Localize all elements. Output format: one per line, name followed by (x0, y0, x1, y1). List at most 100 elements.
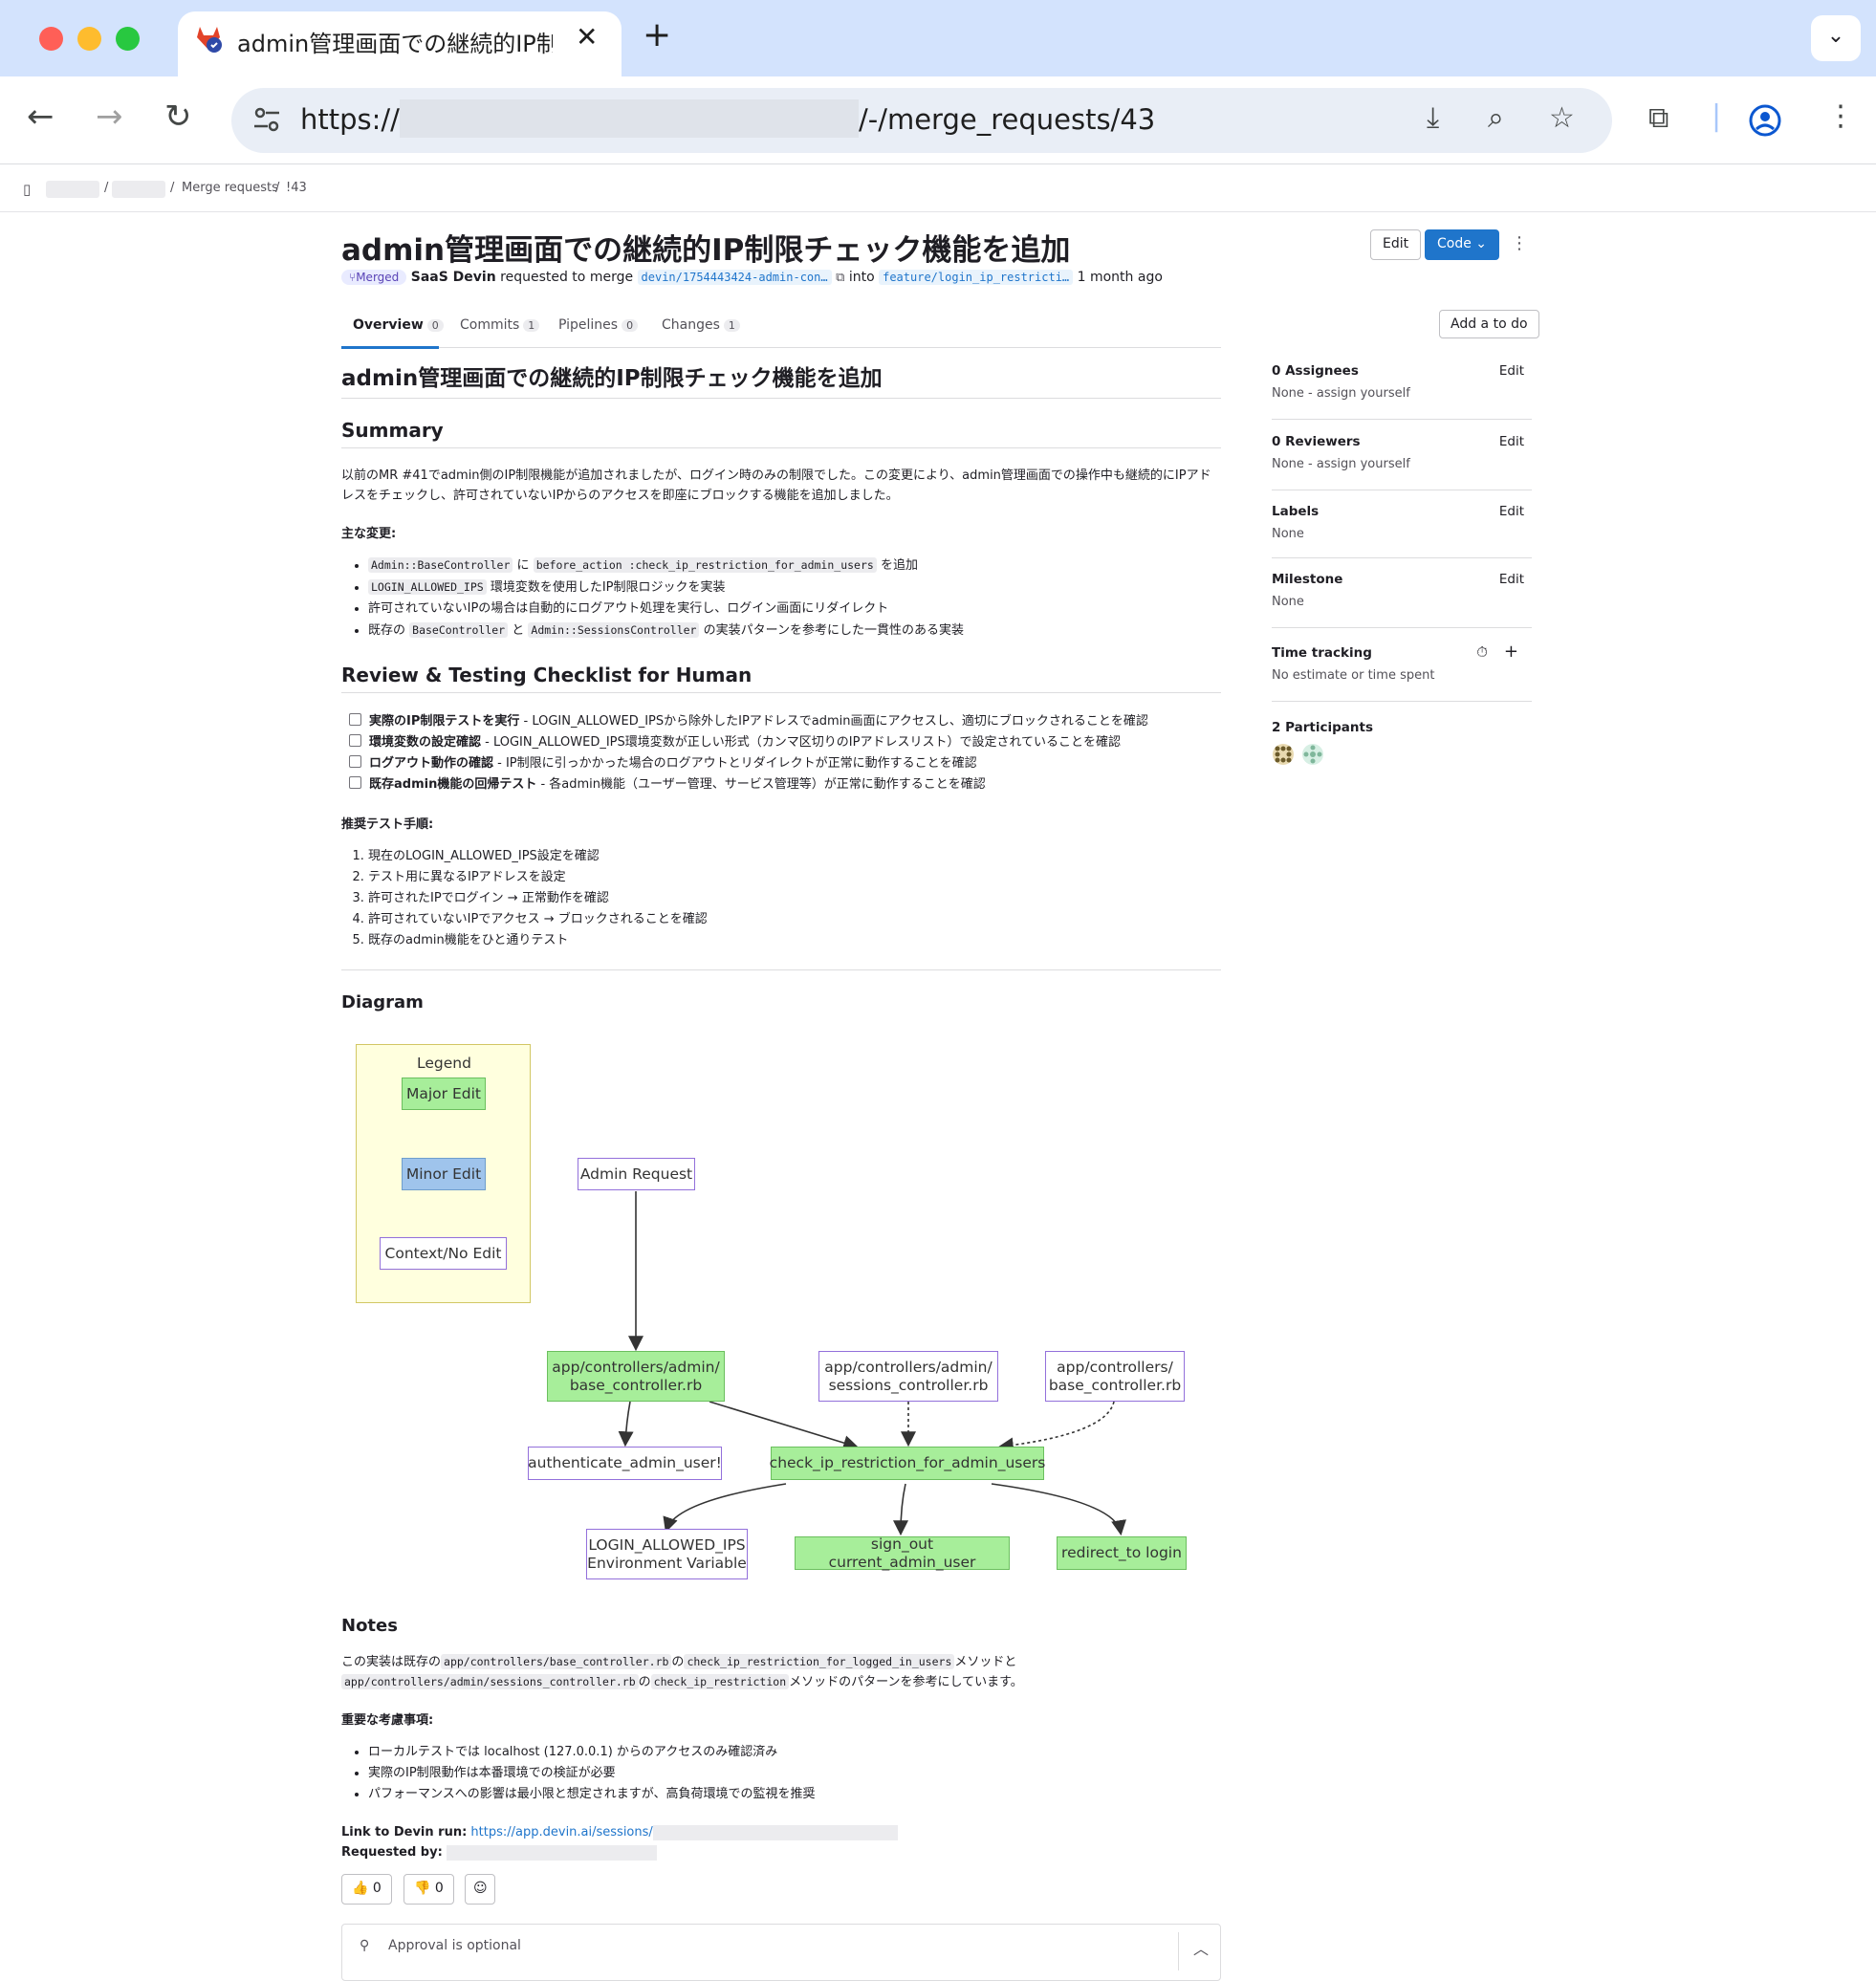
assign-yourself-link[interactable]: None - assign yourself (1272, 386, 1532, 401)
approval-text: Approval is optional (388, 1938, 521, 1953)
address-bar[interactable]: https:///-/merge_requests/43 ⤓ ⌕ ☆ (231, 88, 1612, 153)
gitlab-favicon-icon (197, 27, 222, 53)
source-branch[interactable]: devin/1754443424-admin-con… (637, 270, 832, 285)
changes-list: Admin::BaseController に before_action :c… (341, 555, 1221, 642)
site-settings-icon[interactable] (249, 101, 285, 138)
divider (1272, 557, 1532, 558)
tab-changes[interactable]: Changes 1 (662, 317, 740, 333)
checklist-item[interactable]: 既存admin機能の回帰テスト - 各admin機能（ユーザー管理、サービス管理… (349, 774, 1221, 795)
tab-title: admin管理画面での継続的IP制限 (237, 31, 553, 57)
devin-run-link[interactable]: https://app.devin.ai/sessions/ (470, 1825, 652, 1840)
time-tracking-value: No estimate or time spent (1272, 668, 1435, 683)
meta-text: into (848, 270, 875, 285)
page-title: admin管理画面での継続的IP制限チェック機能を追加 (341, 233, 1071, 268)
assignees-edit-link[interactable]: Edit (1499, 363, 1524, 379)
reload-icon[interactable]: ↻ (164, 98, 192, 136)
divider (341, 969, 1221, 970)
copy-branch-icon[interactable]: ⧉ (836, 271, 844, 285)
milestone-edit-link[interactable]: Edit (1499, 572, 1524, 587)
edit-button[interactable]: Edit (1370, 229, 1422, 260)
tab-overview[interactable]: Overview 0 (353, 317, 444, 333)
labels-label: Labels (1272, 504, 1320, 519)
thumbs-up-button[interactable]: 👍 0 (341, 1874, 392, 1905)
checklist-item[interactable]: 実際のIP制限テストを実行 - LOGIN_ALLOWED_IPSから除外したI… (349, 711, 1221, 732)
window-zoom-button[interactable] (116, 27, 140, 51)
edge-check-ip-to-sign-out (893, 1483, 909, 1536)
bookmark-star-icon[interactable]: ☆ (1549, 101, 1575, 135)
author-link[interactable]: SaaS Devin (411, 270, 496, 285)
breadcrumb-separator: / (275, 181, 280, 195)
description-heading: admin管理画面での継続的IP制限チェック機能を追加 (341, 359, 1221, 399)
divider (1272, 419, 1532, 420)
sidebar-time-tracking: Time tracking ⏱ + No estimate or time sp… (1272, 642, 1532, 702)
back-arrow-icon[interactable]: ← (27, 98, 55, 136)
summary-text: 以前のMR #41でadmin側のIP制限機能が追加されましたが、ログイン時のみ… (341, 468, 1211, 503)
browser-menu-icon[interactable]: ⋮ (1826, 99, 1855, 133)
install-app-icon[interactable]: ⤓ (1427, 101, 1439, 135)
participants-label: 2 Participants (1272, 720, 1373, 735)
edge-admin-base-to-check-ip (709, 1401, 860, 1450)
tab-search-chevron-icon[interactable]: ⌄ (1811, 15, 1861, 61)
test-steps-list: 現在のLOGIN_ALLOWED_IPS設定を確認 テスト用に異なるIPアドレス… (341, 846, 1221, 951)
target-branch[interactable]: feature/login_ip_restricti… (879, 270, 1074, 285)
list-item: 許可されていないIPの場合は自動的にログアウト処理を実行し、ログイン画面にリダイ… (368, 599, 1221, 620)
redacted-session-id (652, 1824, 898, 1840)
breadcrumb-current[interactable]: !43 (286, 181, 307, 195)
checklist: 実際のIP制限テストを実行 - LOGIN_ALLOWED_IPSから除外したI… (341, 711, 1221, 795)
legend-major-edit: Major Edit (402, 1078, 486, 1110)
code-dropdown-button[interactable]: Code ⌄ (1425, 229, 1500, 260)
extensions-icon[interactable]: ⧉ (1648, 101, 1669, 135)
add-time-icon[interactable]: + (1504, 642, 1518, 662)
merge-meta: ⑂Merged SaaS Devin requested to merge de… (341, 270, 1163, 285)
profile-icon[interactable] (1748, 103, 1782, 138)
milestone-value: None (1272, 595, 1304, 609)
considerations-list: ローカルテストでは localhost (127.0.0.1) からのアクセスの… (341, 1742, 1221, 1805)
close-tab-icon[interactable]: ✕ (576, 21, 598, 53)
edge-admin-base-to-authenticate (618, 1401, 634, 1448)
breadcrumb: ▯ / / Merge requests / !43 (0, 164, 1876, 212)
redacted-project-crumb[interactable] (112, 181, 165, 198)
avatar[interactable] (1301, 743, 1324, 766)
window-close-button[interactable] (39, 27, 63, 51)
new-tab-icon[interactable]: + (643, 15, 671, 54)
sidebar-toggle-icon[interactable]: ▯ (23, 181, 31, 198)
reviewer-assign-yourself-link[interactable]: None - assign yourself (1272, 457, 1532, 471)
edge-check-ip-to-redirect (991, 1483, 1126, 1536)
forward-arrow-icon[interactable]: → (96, 98, 123, 136)
chevron-up-icon[interactable]: ︿ (1193, 1936, 1209, 1959)
notes-heading: Notes (341, 1616, 398, 1636)
mermaid-diagram: Legend Major Edit Minor Edit Context/No … (341, 1033, 1202, 1587)
zoom-icon[interactable]: ⌕ (1488, 101, 1504, 135)
thumbs-up-icon: 👍 (352, 1881, 369, 1896)
add-todo-button[interactable]: Add a to do (1439, 310, 1539, 338)
more-actions-icon[interactable]: ⋮ (1511, 233, 1528, 253)
node-admin-request: Admin Request (578, 1158, 695, 1190)
thumbs-down-button[interactable]: 👎 0 (404, 1874, 454, 1905)
list-item: LOGIN_ALLOWED_IPS 環境変数を使用したIP制限ロジックを実装 (368, 577, 1221, 599)
labels-edit-link[interactable]: Edit (1499, 504, 1524, 519)
legend-minor-edit: Minor Edit (402, 1158, 486, 1190)
divider (1272, 701, 1532, 702)
milestone-label: Milestone (1272, 572, 1343, 587)
tab-commits[interactable]: Commits 1 (460, 317, 540, 333)
checklist-item[interactable]: ログアウト動作の確認 - IP制限に引っかかった場合のログアウトとリダイレクトが… (349, 753, 1221, 774)
list-item: 実際のIP制限動作は本番環境での検証が必要 (368, 1763, 1221, 1784)
status-badge: ⑂Merged (341, 270, 407, 285)
reviewers-edit-link[interactable]: Edit (1499, 434, 1524, 449)
window-minimize-button[interactable] (77, 27, 101, 51)
add-reaction-button[interactable]: ☺ (465, 1874, 495, 1905)
stopwatch-icon[interactable]: ⏱ (1476, 643, 1488, 661)
breadcrumb-separator: / (170, 181, 175, 195)
sidebar-milestone: Milestone Edit None (1272, 572, 1532, 628)
redacted-group-crumb[interactable] (46, 181, 99, 198)
active-tab-indicator (341, 346, 439, 349)
tab-pipelines[interactable]: Pipelines 0 (558, 317, 639, 333)
node-admin-base-controller: app/controllers/admin/base_controller.rb (547, 1351, 725, 1402)
node-redirect-to-login: redirect_to login (1057, 1536, 1187, 1570)
edge-base-to-check-ip (997, 1401, 1115, 1453)
avatar[interactable] (1272, 743, 1295, 766)
browser-tab-active[interactable]: admin管理画面での継続的IP制限 ✕ (178, 11, 622, 78)
notes-text: この実装は既存の app/controllers/base_controller.… (341, 1654, 1023, 1689)
checklist-item[interactable]: 環境変数の設定確認 - LOGIN_ALLOWED_IPS環境変数が正しい形式（… (349, 732, 1221, 753)
breadcrumb-merge-requests[interactable]: Merge requests (182, 181, 278, 195)
